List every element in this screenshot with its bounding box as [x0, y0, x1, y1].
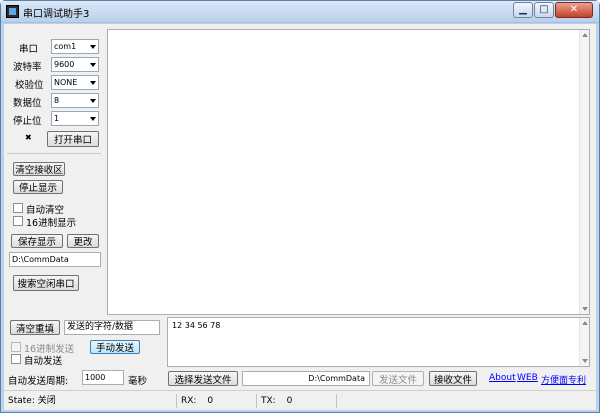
save-display-button[interactable]: 保存显示 [11, 234, 63, 248]
open-port-button[interactable]: 打开串口 [47, 131, 99, 147]
period-label: 自动发送周期: [8, 376, 69, 387]
stopbits-select[interactable]: 1 [51, 111, 99, 126]
status-rx: RX: 0 [176, 394, 256, 408]
rx-label: RX: [181, 396, 197, 406]
scroll-down-icon[interactable] [582, 307, 588, 311]
baud-value: 9600 [54, 60, 75, 69]
scroll-down-icon[interactable] [582, 359, 588, 363]
rx-value: 0 [207, 396, 214, 406]
manual-send-button[interactable]: 手动发送 [90, 340, 140, 354]
chevron-down-icon [90, 63, 96, 67]
baud-select[interactable]: 9600 [51, 57, 99, 72]
port-select[interactable]: com1 [51, 39, 99, 54]
clear-receive-button[interactable]: 清空接收区 [13, 162, 65, 176]
tx-value: 0 [286, 396, 293, 406]
window-title: 串口调试助手3 [23, 9, 90, 20]
web-link[interactable]: WEB [517, 373, 538, 383]
tx-label: TX: [261, 396, 276, 406]
scroll-up-icon[interactable] [582, 321, 588, 325]
send-scrollbar[interactable] [579, 318, 589, 366]
app-window: 串口调试助手3 ▁ □ ✕ 串口 com1 波特率 9600 校验位 NONE … [0, 0, 600, 413]
send-file-path-field[interactable]: D:\CommData [242, 371, 370, 386]
databits-label: 数据位 [13, 98, 42, 109]
clear-refill-button[interactable]: 清空重填 [10, 320, 60, 335]
send-content: 12 34 56 78 [172, 321, 221, 330]
parity-value: NONE [54, 78, 78, 87]
auto-clear-label: 自动清空 [26, 205, 65, 216]
chevron-down-icon [90, 99, 96, 103]
disconnected-icon: ✖ [25, 133, 32, 142]
search-port-button[interactable]: 搜索空闲串口 [13, 275, 79, 291]
auto-send-label: 自动发送 [24, 356, 63, 367]
chevron-down-icon [90, 81, 96, 85]
title-bar[interactable]: 串口调试助手3 ▁ □ ✕ [1, 1, 599, 23]
receive-file-button[interactable]: 接收文件 [429, 371, 477, 386]
hex-display-label: 16进制显示 [26, 218, 77, 229]
port-label: 串口 [19, 44, 39, 55]
databits-value: 8 [54, 96, 60, 105]
parity-select[interactable]: NONE [51, 75, 99, 90]
scroll-up-icon[interactable] [582, 33, 588, 37]
change-path-button[interactable]: 更改 [67, 234, 99, 248]
close-icon: ✕ [569, 4, 579, 15]
receive-area[interactable] [107, 29, 590, 315]
parity-label: 校验位 [15, 80, 44, 91]
hex-send-checkbox[interactable] [11, 342, 21, 352]
databits-select[interactable]: 8 [51, 93, 99, 108]
separator [7, 153, 101, 154]
send-file-button[interactable]: 发送文件 [372, 371, 424, 386]
maximize-icon: □ [539, 4, 549, 15]
period-unit: 毫秒 [128, 376, 148, 387]
receive-scrollbar[interactable] [579, 30, 589, 314]
patent-link[interactable]: 方便面专利 [541, 373, 586, 386]
app-icon [6, 5, 19, 18]
stopbits-label: 停止位 [13, 116, 42, 127]
status-extra [336, 394, 594, 408]
chevron-down-icon [90, 117, 96, 121]
auto-send-checkbox[interactable] [11, 354, 21, 364]
settings-panel: 串口 com1 波特率 9600 校验位 NONE 数据位 8 停止位 1 ✖ … [5, 29, 105, 315]
select-send-file-button[interactable]: 选择发送文件 [168, 371, 238, 386]
status-state: State: 关闭 [8, 396, 56, 406]
status-bar: State: 关闭 RX: 0 TX: 0 [4, 390, 596, 410]
baud-label: 波特率 [13, 62, 42, 73]
stopbits-value: 1 [54, 114, 60, 123]
maximize-button[interactable]: □ [534, 2, 554, 18]
minimize-button[interactable]: ▁ [513, 2, 533, 18]
send-char-label-box: 发送的字符/数据 [64, 320, 160, 335]
send-area[interactable]: 12 34 56 78 [167, 317, 590, 367]
close-button[interactable]: ✕ [555, 2, 593, 18]
about-link[interactable]: About [489, 373, 516, 383]
auto-clear-checkbox[interactable] [13, 203, 23, 213]
port-value: com1 [54, 42, 77, 51]
stop-display-button[interactable]: 停止显示 [13, 180, 63, 194]
save-path-field[interactable]: D:\CommData [9, 252, 101, 267]
period-input[interactable]: 1000 [82, 370, 124, 385]
minimize-icon: ▁ [519, 4, 527, 15]
hex-display-checkbox[interactable] [13, 216, 23, 226]
client-area: 串口 com1 波特率 9600 校验位 NONE 数据位 8 停止位 1 ✖ … [4, 24, 596, 410]
status-tx: TX: 0 [256, 394, 336, 408]
chevron-down-icon [90, 45, 96, 49]
